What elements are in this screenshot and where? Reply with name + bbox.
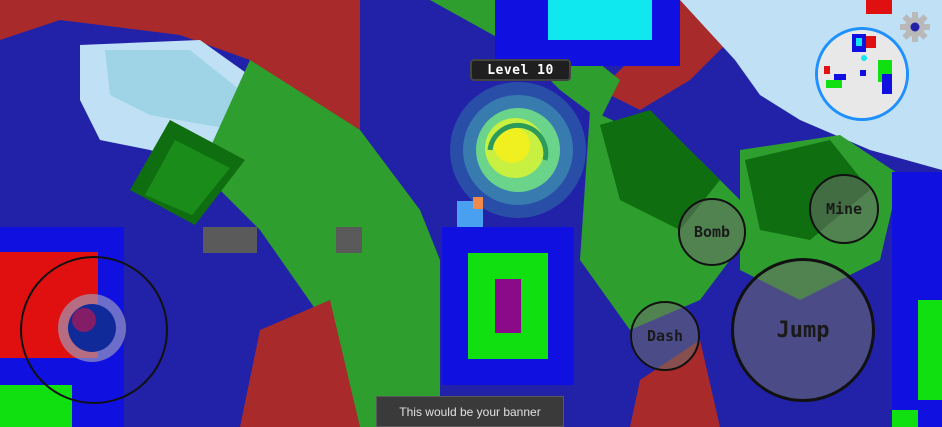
- stone-block-small: [336, 227, 362, 253]
- jump-button-label: Jump: [776, 317, 830, 343]
- player-marker: [473, 197, 483, 209]
- mine-button-label: Mine: [825, 200, 863, 218]
- dash-button-label: Dash: [646, 327, 684, 345]
- jump-button[interactable]: Jump: [731, 258, 875, 402]
- swirl-portal: [450, 82, 586, 218]
- stone-block: [203, 227, 257, 253]
- level-label: Level 10: [487, 62, 554, 78]
- level-indicator: Level 10: [470, 59, 571, 81]
- mine-button[interactable]: Mine: [809, 174, 879, 244]
- bomb-button-label: Bomb: [693, 223, 731, 241]
- purple-pillar-core: [495, 279, 521, 333]
- settings-button[interactable]: [898, 10, 932, 44]
- virtual-joystick[interactable]: [20, 256, 168, 404]
- bomb-button[interactable]: Bomb: [678, 198, 746, 266]
- green-block-right: [918, 300, 942, 400]
- red-block-corner: [866, 0, 892, 14]
- green-block-right-bottom: [892, 410, 918, 427]
- dash-button[interactable]: Dash: [630, 301, 700, 371]
- joystick-icon: [58, 294, 126, 362]
- minimap[interactable]: [815, 27, 909, 121]
- gear-icon: [900, 12, 930, 42]
- ad-banner[interactable]: This would be your banner: [376, 396, 564, 427]
- cyan-block-top: [548, 0, 652, 40]
- minimap-content: [818, 30, 906, 118]
- banner-text: This would be your banner: [399, 404, 541, 419]
